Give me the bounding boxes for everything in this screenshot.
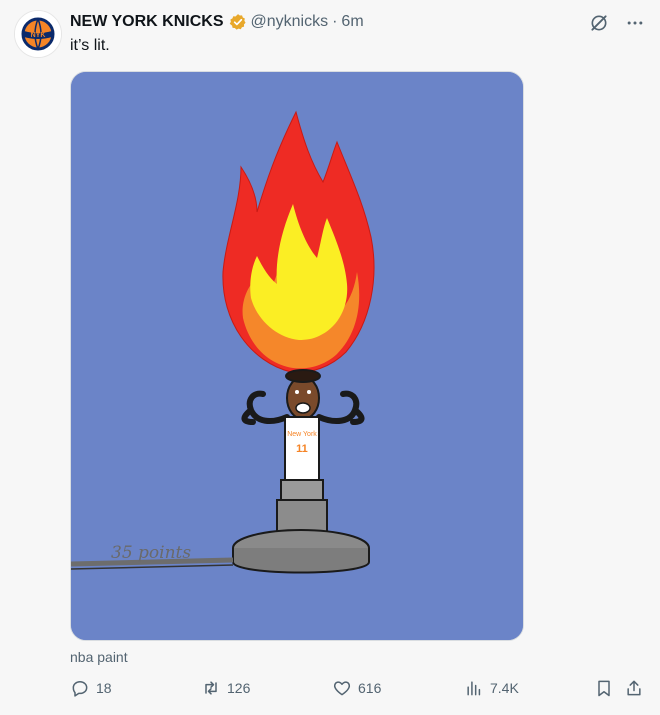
avatar-logo-text: NYK: [31, 32, 46, 39]
timestamp[interactable]: 6m: [341, 13, 363, 31]
like-count: 616: [358, 680, 382, 696]
reply-count: 18: [96, 680, 112, 696]
view-count: 7.4K: [490, 680, 519, 696]
verified-badge-icon[interactable]: [229, 13, 247, 31]
account-name[interactable]: NEW YORK KNICKS: [70, 13, 224, 31]
tweet-header: NEW YORK KNICKS @nyknicks · 6m: [70, 11, 580, 33]
bookmark-icon: [598, 680, 610, 697]
reply-button[interactable]: 18: [70, 678, 112, 698]
like-button[interactable]: 616: [332, 678, 381, 698]
tweet: NYK NEW YORK KNICKS @nyknicks · 6m it’s …: [0, 0, 660, 715]
views-icon: [467, 681, 481, 696]
bunsen-burner-drawing: New York 11 35 points: [71, 72, 523, 640]
jersey-number: 11: [296, 443, 308, 455]
more-icon[interactable]: [624, 12, 646, 34]
separator: ·: [332, 13, 338, 30]
reply-icon: [72, 681, 88, 697]
repost-button[interactable]: 126: [201, 678, 250, 698]
share-button[interactable]: [624, 678, 644, 698]
repost-icon: [205, 681, 217, 695]
share-icon: [627, 680, 641, 696]
action-bar: 18 126 616 7.4K: [70, 678, 646, 702]
bookmark-button[interactable]: [594, 678, 614, 698]
jersey-team: New York: [287, 431, 317, 438]
knicks-logo: NYK: [15, 11, 61, 57]
media-caption: nba paint: [70, 649, 128, 665]
views-button[interactable]: 7.4K: [464, 678, 519, 698]
grok-icon[interactable]: [588, 12, 610, 34]
tweet-text: it’s lit.: [70, 37, 110, 54]
account-handle[interactable]: @nyknicks: [251, 13, 329, 31]
signature: 35 points: [111, 543, 191, 563]
tweet-top-actions: [588, 12, 646, 34]
tweet-image[interactable]: New York 11 35 points: [70, 71, 524, 641]
avatar[interactable]: NYK: [14, 10, 62, 58]
repost-count: 126: [227, 680, 251, 696]
like-icon: [333, 681, 351, 696]
